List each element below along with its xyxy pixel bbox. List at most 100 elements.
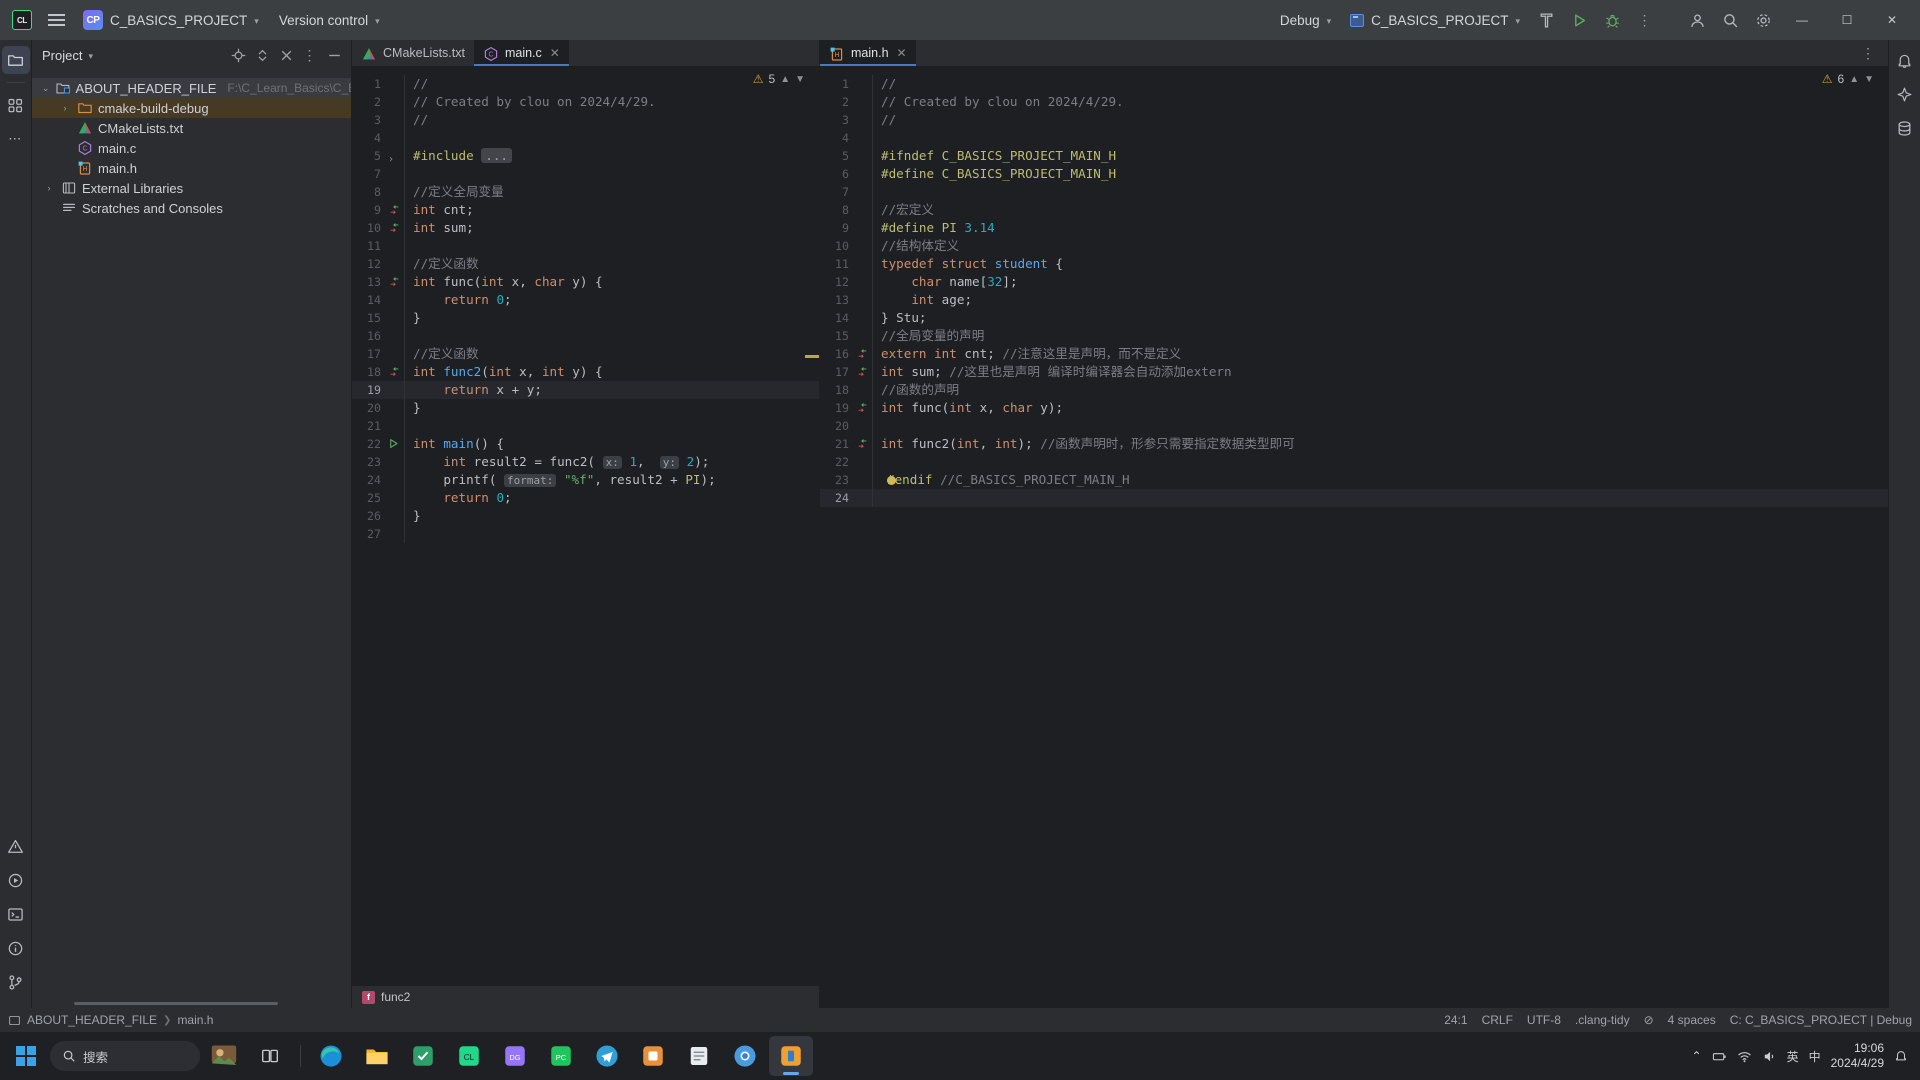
line-number[interactable]: 16 xyxy=(352,327,386,345)
line-number[interactable]: 24 xyxy=(352,471,386,489)
code-text[interactable]: // Created by clou on 2024/4/29. xyxy=(873,93,1124,111)
code-line[interactable]: 8 //定义全局变量 xyxy=(352,183,819,201)
code-line[interactable]: 3 // xyxy=(352,111,819,129)
code-text[interactable]: typedef struct student { xyxy=(873,255,1063,273)
taskbar-widget-icon[interactable] xyxy=(202,1036,246,1076)
line-number[interactable]: 7 xyxy=(352,165,386,183)
tree-item[interactable]: Cmain.c xyxy=(32,138,351,158)
code-text[interactable]: int func2(int x, int y) { xyxy=(405,363,603,381)
code-line[interactable]: 18 //函数的声明 xyxy=(820,381,1888,399)
caret-position[interactable]: 24:1 xyxy=(1444,1013,1467,1027)
project-widget[interactable]: CP C_BASICS_PROJECT ▾ xyxy=(74,6,268,34)
sidebar-item-run[interactable] xyxy=(2,866,30,894)
code-line[interactable]: 20} xyxy=(352,399,819,417)
inlay-hint[interactable]: x: xyxy=(602,455,622,469)
line-number[interactable]: 17 xyxy=(352,345,386,363)
sidebar-item-problems[interactable] xyxy=(2,832,30,860)
code-line[interactable]: 25 return 0; xyxy=(352,489,819,507)
taskbar-app-explorer[interactable] xyxy=(355,1036,399,1076)
code-line[interactable]: 22 xyxy=(820,453,1888,471)
editor-content-right[interactable]: ⚠ 6 ▲ ▼ 1 // 2 // Created by clou on 2024/4… xyxy=(820,66,1888,1008)
code-line[interactable]: 5 #ifndef C_BASICS_PROJECT_MAIN_H xyxy=(820,147,1888,165)
line-number[interactable]: 23 xyxy=(820,471,854,489)
line-number[interactable]: 24 xyxy=(820,489,854,507)
code-text[interactable]: } xyxy=(405,507,421,525)
code-line[interactable]: 22 int main() { xyxy=(352,435,819,453)
next-problem-icon[interactable]: ▼ xyxy=(795,74,805,85)
tray-expand-icon[interactable]: ⌃ xyxy=(1692,1049,1702,1063)
code-text[interactable]: } xyxy=(405,309,421,327)
editor-options-button[interactable]: ⋮ xyxy=(1855,45,1882,62)
code-line[interactable]: 15} xyxy=(352,309,819,327)
code-line[interactable]: 7 xyxy=(352,165,819,183)
taskbar-app-telegram[interactable] xyxy=(585,1036,629,1076)
tree-item[interactable]: CMakeLists.txt xyxy=(32,118,351,138)
tree-twisty-icon[interactable]: › xyxy=(58,103,72,113)
line-number[interactable]: 5 xyxy=(820,147,854,165)
line-number[interactable]: 20 xyxy=(820,417,854,435)
code-line[interactable]: 18 int func2(int x, int y) { xyxy=(352,363,819,381)
code-line[interactable]: 23 int result2 = func2( x: 1, y: 2); xyxy=(352,453,819,471)
code-line[interactable]: 10 //结构体定义 xyxy=(820,237,1888,255)
tree-item[interactable]: › External Libraries xyxy=(32,178,351,198)
code-line[interactable]: 7 xyxy=(820,183,1888,201)
editor-tab[interactable]: CMakeLists.txt xyxy=(352,40,474,66)
select-opened-file-button[interactable] xyxy=(227,44,249,66)
code-line[interactable]: 16 xyxy=(352,327,819,345)
code-line[interactable]: 24 xyxy=(820,489,1888,507)
sidebar-item-version-control[interactable] xyxy=(2,968,30,996)
code-line[interactable]: 20 xyxy=(820,417,1888,435)
code-line[interactable]: 23 #endif //C_BASICS_PROJECT_MAIN_H xyxy=(820,471,1888,489)
expand-collapse-button[interactable] xyxy=(251,44,273,66)
line-number[interactable]: 2 xyxy=(820,93,854,111)
code-line[interactable]: 5 › #include ... xyxy=(352,147,819,165)
tree-twisty-icon[interactable]: ⌄ xyxy=(42,83,50,94)
close-tab-icon[interactable]: ✕ xyxy=(550,46,560,60)
start-button[interactable] xyxy=(4,1036,48,1076)
line-number[interactable]: 14 xyxy=(820,309,854,327)
status-breadcrumb-module[interactable]: ABOUT_HEADER_FILE xyxy=(27,1013,157,1027)
search-everywhere-button[interactable] xyxy=(1714,5,1746,35)
line-number[interactable]: 12 xyxy=(820,273,854,291)
code-text[interactable]: //结构体定义 xyxy=(873,237,959,255)
status-breadcrumb-file[interactable]: main.h xyxy=(177,1013,213,1027)
minimize-window-button[interactable]: — xyxy=(1780,0,1824,40)
code-line[interactable]: 13 int func(int x, char y) { xyxy=(352,273,819,291)
line-number[interactable]: 21 xyxy=(820,435,854,453)
code-text[interactable]: } xyxy=(405,399,421,417)
code-text[interactable]: return x + y; xyxy=(405,381,542,399)
line-number[interactable]: 4 xyxy=(820,129,854,147)
line-number[interactable]: 7 xyxy=(820,183,854,201)
breadcrumb-function-label[interactable]: func2 xyxy=(381,990,410,1004)
clion-app-icon[interactable]: CL xyxy=(6,5,38,35)
account-button[interactable] xyxy=(1681,5,1713,35)
line-number[interactable]: 5 xyxy=(352,147,386,165)
close-tab-icon[interactable]: ✕ xyxy=(897,46,907,60)
line-number[interactable]: 20 xyxy=(352,399,386,417)
line-number[interactable]: 26 xyxy=(352,507,386,525)
indent-setting[interactable]: 4 spaces xyxy=(1668,1013,1716,1027)
code-line[interactable]: 3 // xyxy=(820,111,1888,129)
code-text[interactable]: #endif //C_BASICS_PROJECT_MAIN_H xyxy=(873,471,1130,489)
debug-button[interactable] xyxy=(1596,5,1628,35)
code-text[interactable]: // xyxy=(405,111,428,129)
code-text[interactable]: //定义函数 xyxy=(405,345,479,363)
tree-item[interactable]: › cmake-build-debug xyxy=(32,98,351,118)
code-line[interactable]: 19 return x + y; xyxy=(352,381,819,399)
line-number[interactable]: 23 xyxy=(352,453,386,471)
line-number[interactable]: 17 xyxy=(820,363,854,381)
code-text[interactable]: int sum; //这里也是声明 编译时编译器会自动添加extern xyxy=(873,363,1232,381)
taskbar-app-datagrip[interactable]: DG xyxy=(493,1036,537,1076)
code-text[interactable]: int cnt; xyxy=(405,201,474,219)
code-text[interactable]: #define PI 3.14 xyxy=(873,219,995,237)
line-number[interactable]: 21 xyxy=(352,417,386,435)
code-text[interactable]: //定义函数 xyxy=(405,255,479,273)
inlay-hint[interactable]: y: xyxy=(659,455,680,469)
prev-problem-icon[interactable]: ▲ xyxy=(780,74,790,85)
line-number[interactable]: 8 xyxy=(352,183,386,201)
next-problem-icon[interactable]: ▼ xyxy=(1864,74,1874,85)
project-panel-horizontal-scrollbar[interactable] xyxy=(74,1002,278,1005)
code-line[interactable]: 4 xyxy=(820,129,1888,147)
build-button[interactable] xyxy=(1530,5,1562,35)
inlay-hint[interactable]: format: xyxy=(504,473,557,487)
